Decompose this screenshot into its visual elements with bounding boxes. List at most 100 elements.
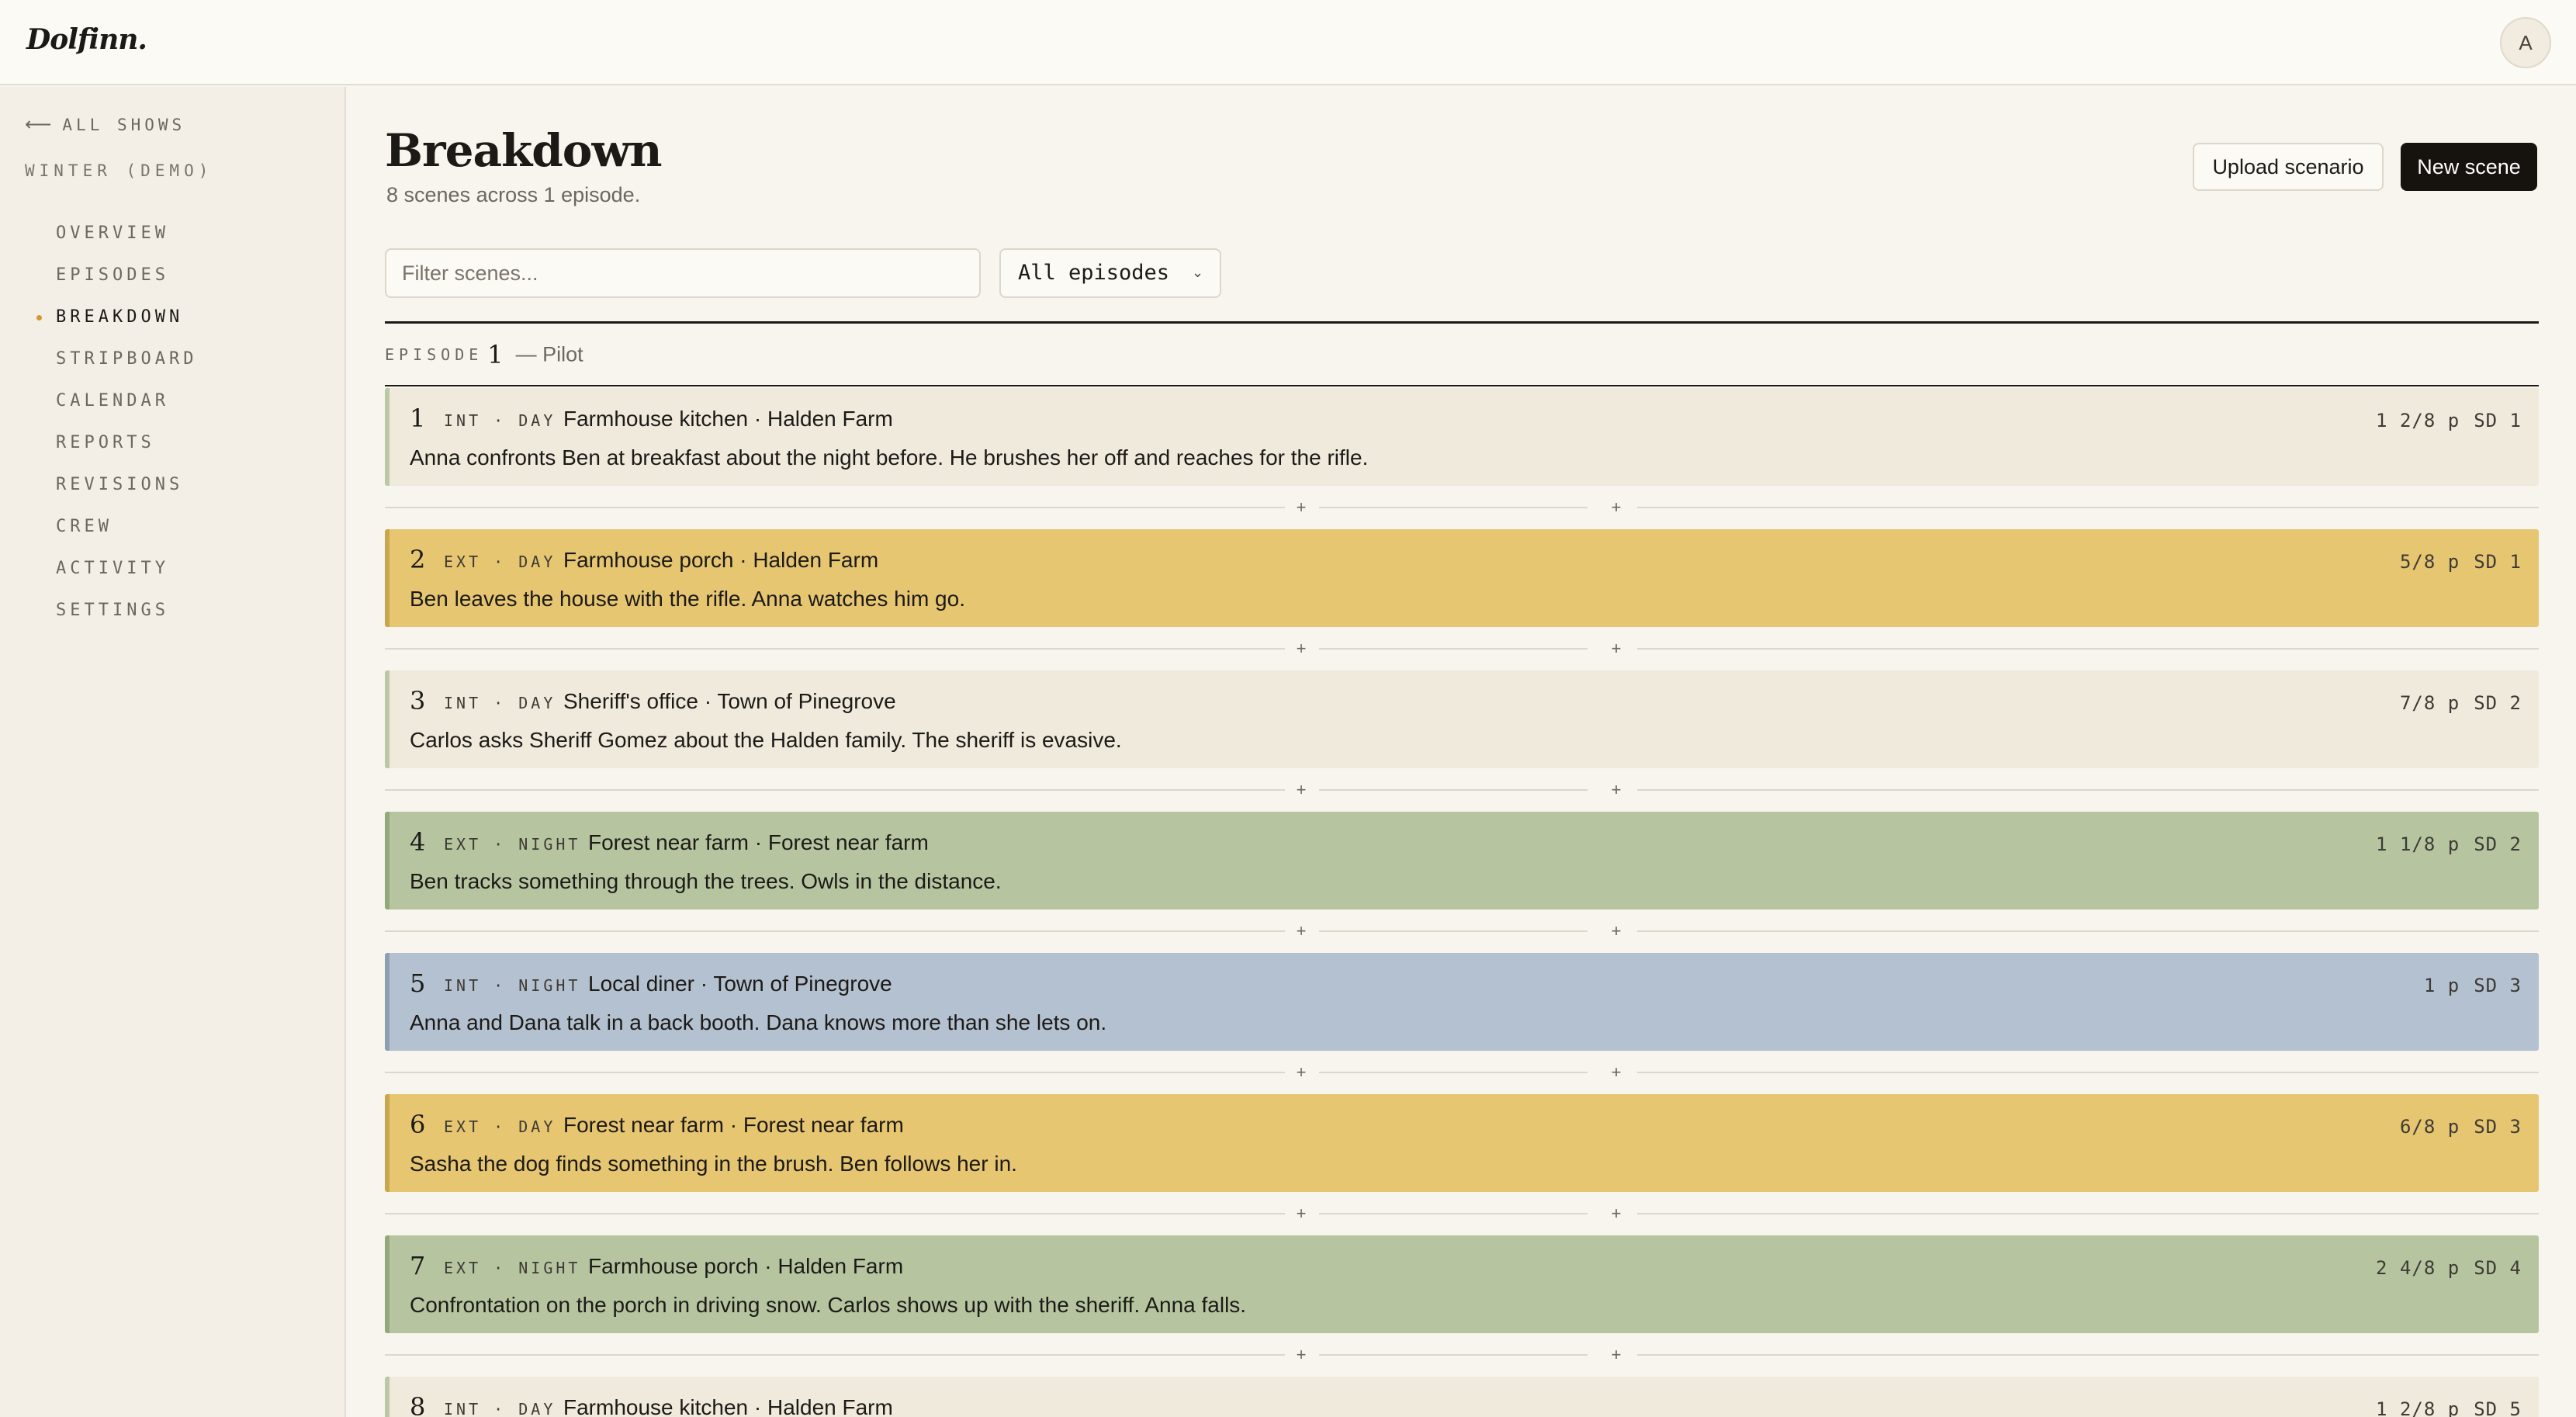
sidebar-item-episodes[interactable]: EPISODES [56, 255, 197, 296]
scene-card[interactable]: 4 EXT · NIGHT Forest near farm · Forest ne… [385, 812, 2539, 909]
scene-number: 7 [410, 1251, 426, 1280]
sidebar: ⟵ ALL SHOWS WINTER (DEMO) OVERVIEW EPISODE… [0, 87, 346, 1417]
scene-pages: 5/8 p [2399, 551, 2460, 573]
sidebar-item-settings[interactable]: SETTINGS [56, 590, 197, 632]
episode-name: — Pilot [515, 342, 583, 366]
page-title: Breakdown [385, 124, 663, 177]
sidebar-item-overview[interactable]: OVERVIEW [56, 213, 197, 255]
sidebar-item-stripboard[interactable]: STRIPBOARD [56, 338, 197, 380]
divider [1637, 1354, 2539, 1356]
insert-scene-button[interactable]: + [1605, 1341, 1628, 1369]
scene-story-day: SD 5 [2474, 1398, 2522, 1417]
divider [1319, 1354, 1587, 1356]
scene-meta: 1 1/8 p SD 2 [2362, 833, 2522, 855]
scene-card[interactable]: 8 INT · DAY Farmhouse kitchen · Halden Far… [385, 1377, 2539, 1417]
scene-card[interactable]: 2 EXT · DAY Farmhouse porch · Halden Farm B… [385, 529, 2539, 627]
insert-scene-button[interactable]: + [1290, 494, 1313, 521]
divider [385, 1072, 1285, 1073]
sidebar-item-calendar[interactable]: CALENDAR [56, 380, 197, 422]
new-scene-button[interactable]: New scene [2401, 143, 2537, 191]
scene-pages: 6/8 p [2399, 1116, 2460, 1138]
back-to-all-shows-link[interactable]: ⟵ ALL SHOWS [25, 113, 185, 135]
divider [385, 507, 1285, 508]
scene-location: Forest near farm · Forest near farm [588, 830, 929, 854]
scene-description: Sasha the dog finds something in the bru… [410, 1152, 1017, 1176]
scene-story-day: SD 3 [2474, 1116, 2522, 1138]
divider [385, 1354, 1285, 1356]
insert-scene-button[interactable]: + [1290, 1341, 1313, 1369]
insert-scene-button[interactable]: + [1290, 917, 1313, 945]
divider [385, 648, 1285, 650]
scene-card[interactable]: 3 INT · DAY Sheriff's office · Town of Pin… [385, 670, 2539, 768]
scene-pages: 1 1/8 p [2376, 833, 2460, 855]
scene-card[interactable]: 7 EXT · NIGHT Farmhouse porch · Halden Far… [385, 1235, 2539, 1333]
scene-slug: INT · NIGHT [444, 976, 581, 995]
episode-select[interactable]: All episodes ⌄ [999, 248, 1221, 298]
scene-meta: 7/8 p SD 2 [2386, 692, 2522, 714]
divider [385, 385, 2539, 386]
scene-location: Farmhouse porch · Halden Farm [563, 548, 879, 572]
insert-row: + + [385, 1192, 2539, 1235]
scene-meta: 1 2/8 p SD 1 [2362, 410, 2522, 431]
insert-scene-button[interactable]: + [1290, 635, 1313, 663]
sidebar-item-crew[interactable]: CREW [56, 506, 197, 548]
divider [1319, 930, 1587, 932]
scene-card[interactable]: 5 INT · NIGHT Local diner · Town of Pinegr… [385, 953, 2539, 1051]
scene-location: Farmhouse kitchen · Halden Farm [563, 1395, 893, 1417]
scene-location: Farmhouse porch · Halden Farm [588, 1254, 904, 1278]
scene-slug: INT · DAY [444, 411, 556, 430]
scene-number: 5 [410, 968, 426, 998]
scene-pages: 7/8 p [2399, 692, 2460, 714]
scene-story-day: SD 1 [2474, 410, 2522, 431]
insert-scene-button[interactable]: + [1290, 1058, 1313, 1086]
upload-scenario-button[interactable]: Upload scenario [2193, 143, 2384, 191]
scene-card[interactable]: 1 INT · DAY Farmhouse kitchen · Halden Far… [385, 388, 2539, 486]
scene-description: Anna and Dana talk in a back booth. Dana… [410, 1010, 1107, 1034]
scene-pages: 1 2/8 p [2376, 410, 2460, 431]
scene-description: Carlos asks Sheriff Gomez about the Hald… [410, 728, 1122, 752]
insert-row: + + [385, 1333, 2539, 1377]
sidebar-item-activity[interactable]: ACTIVITY [56, 548, 197, 590]
scene-card[interactable]: 6 EXT · DAY Forest near farm · Forest near… [385, 1094, 2539, 1192]
scene-number: 6 [410, 1110, 426, 1139]
divider [1319, 1213, 1587, 1214]
scene-story-day: SD 1 [2474, 551, 2522, 573]
avatar[interactable]: A [2500, 17, 2551, 68]
sidebar-item-reports[interactable]: REPORTS [56, 422, 197, 464]
divider [1637, 1213, 2539, 1214]
scene-description: Confrontation on the porch in driving sn… [410, 1293, 1247, 1317]
insert-row: + + [385, 1051, 2539, 1094]
insert-scene-button[interactable]: + [1605, 494, 1628, 521]
episode-select-value: All episodes [1018, 261, 1170, 285]
episode-header: EPISODE 1 — Pilot [385, 340, 583, 371]
episode-label: EPISODE [385, 345, 483, 364]
scene-slug: EXT · DAY [444, 1117, 556, 1136]
sidebar-item-breakdown[interactable]: BREAKDOWN [36, 296, 197, 338]
scene-location: Local diner · Town of Pinegrove [588, 972, 892, 996]
scene-story-day: SD 3 [2474, 975, 2522, 996]
filter-scenes-input[interactable] [385, 248, 981, 298]
scene-location: Sheriff's office · Town of Pinegrove [563, 689, 896, 713]
insert-scene-button[interactable]: + [1605, 1200, 1628, 1228]
divider [1637, 648, 2539, 650]
insert-row: + + [385, 486, 2539, 529]
insert-scene-button[interactable]: + [1290, 776, 1313, 804]
insert-row: + + [385, 909, 2539, 953]
insert-scene-button[interactable]: + [1605, 1058, 1628, 1086]
insert-scene-button[interactable]: + [1290, 1200, 1313, 1228]
scene-story-day: SD 2 [2474, 692, 2522, 714]
insert-scene-button[interactable]: + [1605, 917, 1628, 945]
sidebar-item-revisions[interactable]: REVISIONS [56, 464, 197, 506]
divider [1319, 789, 1587, 791]
arrow-left-icon: ⟵ [25, 113, 52, 135]
divider [1319, 507, 1587, 508]
scene-story-day: SD 4 [2474, 1257, 2522, 1279]
episode-number: 1 [487, 340, 504, 369]
app-logo[interactable]: Dolfinn. [26, 23, 147, 56]
insert-scene-button[interactable]: + [1605, 635, 1628, 663]
top-bar: Dolfinn. A [0, 0, 2576, 85]
scene-meta: 1 2/8 p SD 5 [2362, 1398, 2522, 1417]
scene-location: Farmhouse kitchen · Halden Farm [563, 407, 893, 431]
scene-description: Ben leaves the house with the rifle. Ann… [410, 587, 965, 611]
insert-scene-button[interactable]: + [1605, 776, 1628, 804]
